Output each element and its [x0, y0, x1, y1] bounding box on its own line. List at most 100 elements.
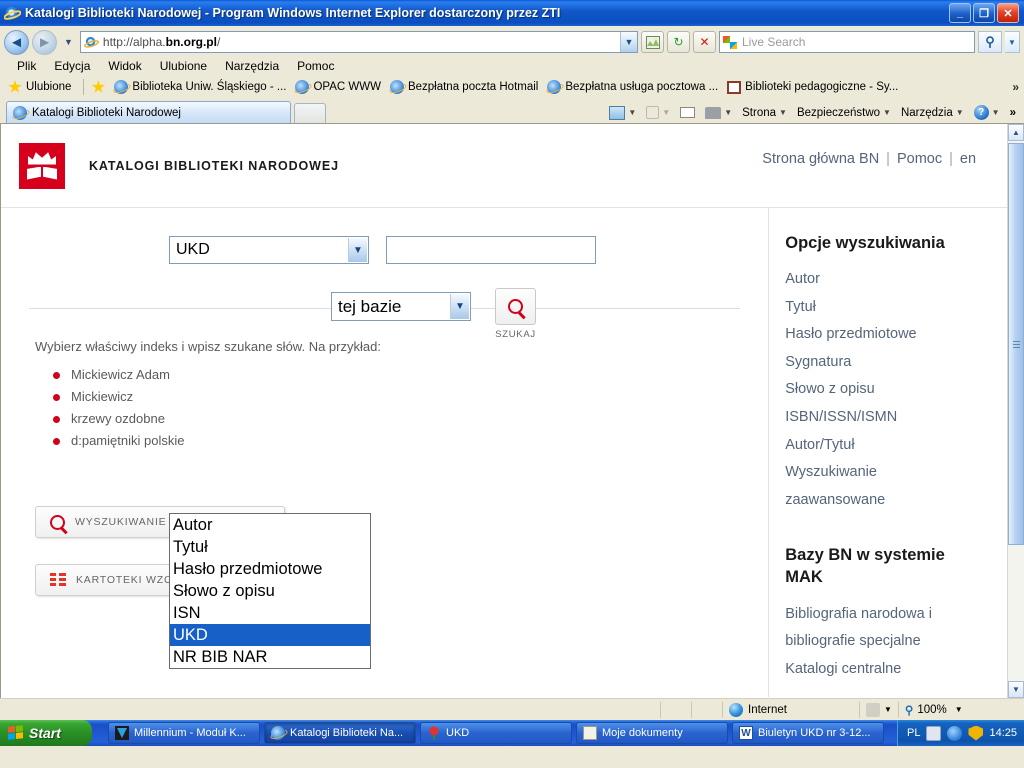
back-button[interactable]: ◄	[4, 29, 29, 55]
sidebar-item-autor-tytul[interactable]: Autor/Tytuł	[785, 432, 1007, 460]
taskbar-item-ukd[interactable]: UKD	[420, 722, 572, 744]
index-select[interactable]: UKD ▼	[169, 236, 369, 264]
favorites-button[interactable]: Ulubione	[6, 80, 78, 94]
favorites-overflow-icon[interactable]: »	[1012, 80, 1019, 94]
print-button[interactable]: ▼	[701, 106, 736, 120]
taskbar-item-katalogi[interactable]: Katalogi Biblioteki Na...	[264, 722, 416, 744]
dropdown-option-autor[interactable]: Autor	[170, 514, 370, 536]
chevron-down-icon[interactable]: ▼	[450, 294, 469, 319]
history-dropdown-icon[interactable]: ▼	[60, 37, 77, 47]
link-strona-glowna-bn[interactable]: Strona główna BN	[755, 151, 886, 167]
sidebar-item-slowo-z-opisu[interactable]: Słowo z opisu	[785, 376, 1007, 404]
favorite-item-1[interactable]: Biblioteka Uniw. Śląskiego - ...	[112, 80, 293, 94]
stop-icon[interactable]: ✕	[693, 31, 716, 53]
start-button[interactable]: Start	[0, 720, 92, 746]
command-help[interactable]: ? ▼	[970, 104, 1004, 121]
favorite-item-5[interactable]: Biblioteki pedagogiczne - Sy...	[725, 80, 905, 94]
add-to-favorites-button[interactable]	[89, 80, 112, 94]
menu-pomoc[interactable]: Pomoc	[288, 57, 343, 75]
index-select-dropdown[interactable]: Autor Tytuł Hasło przedmiotowe Słowo z o…	[169, 513, 371, 669]
link-pomoc[interactable]: Pomoc	[890, 151, 949, 167]
star-icon	[8, 80, 22, 93]
command-overflow-icon[interactable]: »	[1006, 106, 1020, 120]
link-en[interactable]: en	[953, 151, 983, 167]
chevron-down-icon[interactable]: ▼	[884, 705, 892, 714]
chevron-down-icon[interactable]: ▼	[955, 705, 963, 714]
example-list: Mickiewicz Adam Mickiewicz krzewy ozdobn…	[53, 364, 768, 452]
minimize-button[interactable]: _	[949, 3, 971, 23]
zoom-control[interactable]: ⚲ 100% ▼	[899, 701, 969, 719]
sidebar-item-haslo-przedmiotowe[interactable]: Hasło przedmiotowe	[785, 321, 1007, 349]
sidebar-item-tytul[interactable]: Tytuł	[785, 294, 1007, 322]
command-bezpieczenstwo[interactable]: Bezpieczeństwo ▼	[793, 106, 895, 120]
zoom-level: 100%	[917, 703, 947, 716]
sidebar-item-katalogi-centralne[interactable]: Katalogi centralne	[785, 656, 1007, 684]
menu-edycja[interactable]: Edycja	[45, 57, 99, 75]
dropdown-option-isn[interactable]: ISN	[170, 602, 370, 624]
dropdown-option-tytul[interactable]: Tytuł	[170, 536, 370, 558]
chevron-down-icon[interactable]: ▼	[883, 108, 891, 117]
sidebar-item-autor[interactable]: Autor	[785, 266, 1007, 294]
dropdown-option-slowo-z-opisu[interactable]: Słowo z opisu	[170, 580, 370, 602]
search-submit[interactable]: SZUKAJ	[495, 288, 536, 340]
favorite-item-4[interactable]: Bezpłatna usługa pocztowa ...	[545, 80, 725, 94]
command-narzedzia[interactable]: Narzędzia ▼	[897, 106, 968, 120]
taskbar-item-biuletyn-ukd[interactable]: W Biuletyn UKD nr 3-12...	[732, 722, 884, 744]
scrollbar-track[interactable]	[1008, 141, 1024, 681]
security-shield-icon[interactable]	[968, 725, 984, 741]
feeds-button[interactable]: ▼	[642, 105, 674, 120]
new-tab-button[interactable]	[294, 103, 326, 123]
sidebar-item-isbn-issn-ismn[interactable]: ISBN/ISSN/ISMN	[785, 404, 1007, 432]
sidebar-item-sygnatura[interactable]: Sygnatura	[785, 349, 1007, 377]
chevron-down-icon[interactable]: ▼	[779, 108, 787, 117]
start-label: Start	[29, 725, 61, 741]
search-input[interactable]: Live Search	[742, 35, 805, 49]
taskbar-item-moje-dokumenty[interactable]: Moje dokumenty	[576, 722, 728, 744]
menu-plik[interactable]: Plik	[8, 57, 45, 75]
chevron-down-icon[interactable]: ▼	[348, 238, 367, 262]
scrollbar-thumb[interactable]	[1008, 143, 1024, 545]
refresh-icon[interactable]: ↻	[667, 31, 690, 53]
menu-narzedzia[interactable]: Narzędzia	[216, 57, 288, 75]
search-provider-caret-icon[interactable]: ▼	[1005, 31, 1020, 53]
dropdown-option-nr-bib-nar[interactable]: NR BIB NAR	[170, 646, 370, 668]
chevron-down-icon[interactable]: ▼	[724, 108, 732, 117]
keyboard-icon[interactable]	[926, 725, 942, 741]
volume-icon[interactable]	[947, 725, 963, 741]
menu-ulubione[interactable]: Ulubione	[151, 57, 216, 75]
favorite-item-3[interactable]: Bezpłatna poczta Hotmail	[388, 80, 545, 94]
command-strona[interactable]: Strona ▼	[738, 106, 791, 120]
page-scrollbar[interactable]: ▲ ▼	[1007, 124, 1024, 698]
dropdown-option-ukd[interactable]: UKD	[170, 624, 370, 646]
home-button[interactable]: ▼	[605, 105, 640, 121]
scroll-down-button[interactable]: ▼	[1008, 681, 1024, 698]
tab-katalogi-biblioteki-narodowej[interactable]: Katalogi Biblioteki Narodowej	[6, 101, 291, 123]
favorite-item-2[interactable]: OPAC WWW	[293, 80, 388, 94]
protected-mode[interactable]: ▼	[860, 701, 898, 719]
scroll-up-button[interactable]: ▲	[1008, 124, 1024, 141]
menu-widok[interactable]: Widok	[99, 57, 150, 75]
taskbar-item-millennium[interactable]: Millennium - Moduł K...	[108, 722, 260, 744]
search-go-button[interactable]: ⚲	[978, 31, 1002, 53]
database-select[interactable]: tej bazie ▼	[331, 292, 471, 321]
compatibility-view-icon[interactable]	[641, 31, 664, 53]
clock[interactable]: 14:25	[989, 727, 1017, 739]
chevron-down-icon[interactable]: ▼	[956, 108, 964, 117]
dropdown-option-haslo-przedmiotowe[interactable]: Hasło przedmiotowe	[170, 558, 370, 580]
forward-button[interactable]: ►	[32, 29, 57, 55]
address-bar[interactable]: http://alpha.bn.org.pl/ ▼	[79, 31, 638, 53]
chevron-down-icon[interactable]: ▼	[992, 108, 1000, 117]
restore-button[interactable]: ❐	[973, 3, 995, 23]
language-indicator[interactable]: PL	[907, 727, 920, 739]
search-provider-box[interactable]: Live Search	[719, 31, 975, 53]
close-button[interactable]: ✕	[997, 3, 1019, 23]
security-zone[interactable]: Internet	[723, 701, 859, 719]
search-submit-button[interactable]	[495, 288, 536, 325]
chevron-down-icon[interactable]: ▼	[628, 108, 636, 117]
mail-button[interactable]	[676, 106, 699, 119]
sidebar-item-bibliografia-narodowa[interactable]: Bibliografia narodowa i bibliografie spe…	[785, 601, 965, 656]
chevron-down-icon[interactable]: ▼	[662, 108, 670, 117]
address-dropdown-icon[interactable]: ▼	[620, 32, 637, 52]
search-input[interactable]	[386, 236, 596, 264]
sidebar-item-wyszukiwanie-zaawansowane[interactable]: Wyszukiwanie zaawansowane	[785, 459, 935, 514]
